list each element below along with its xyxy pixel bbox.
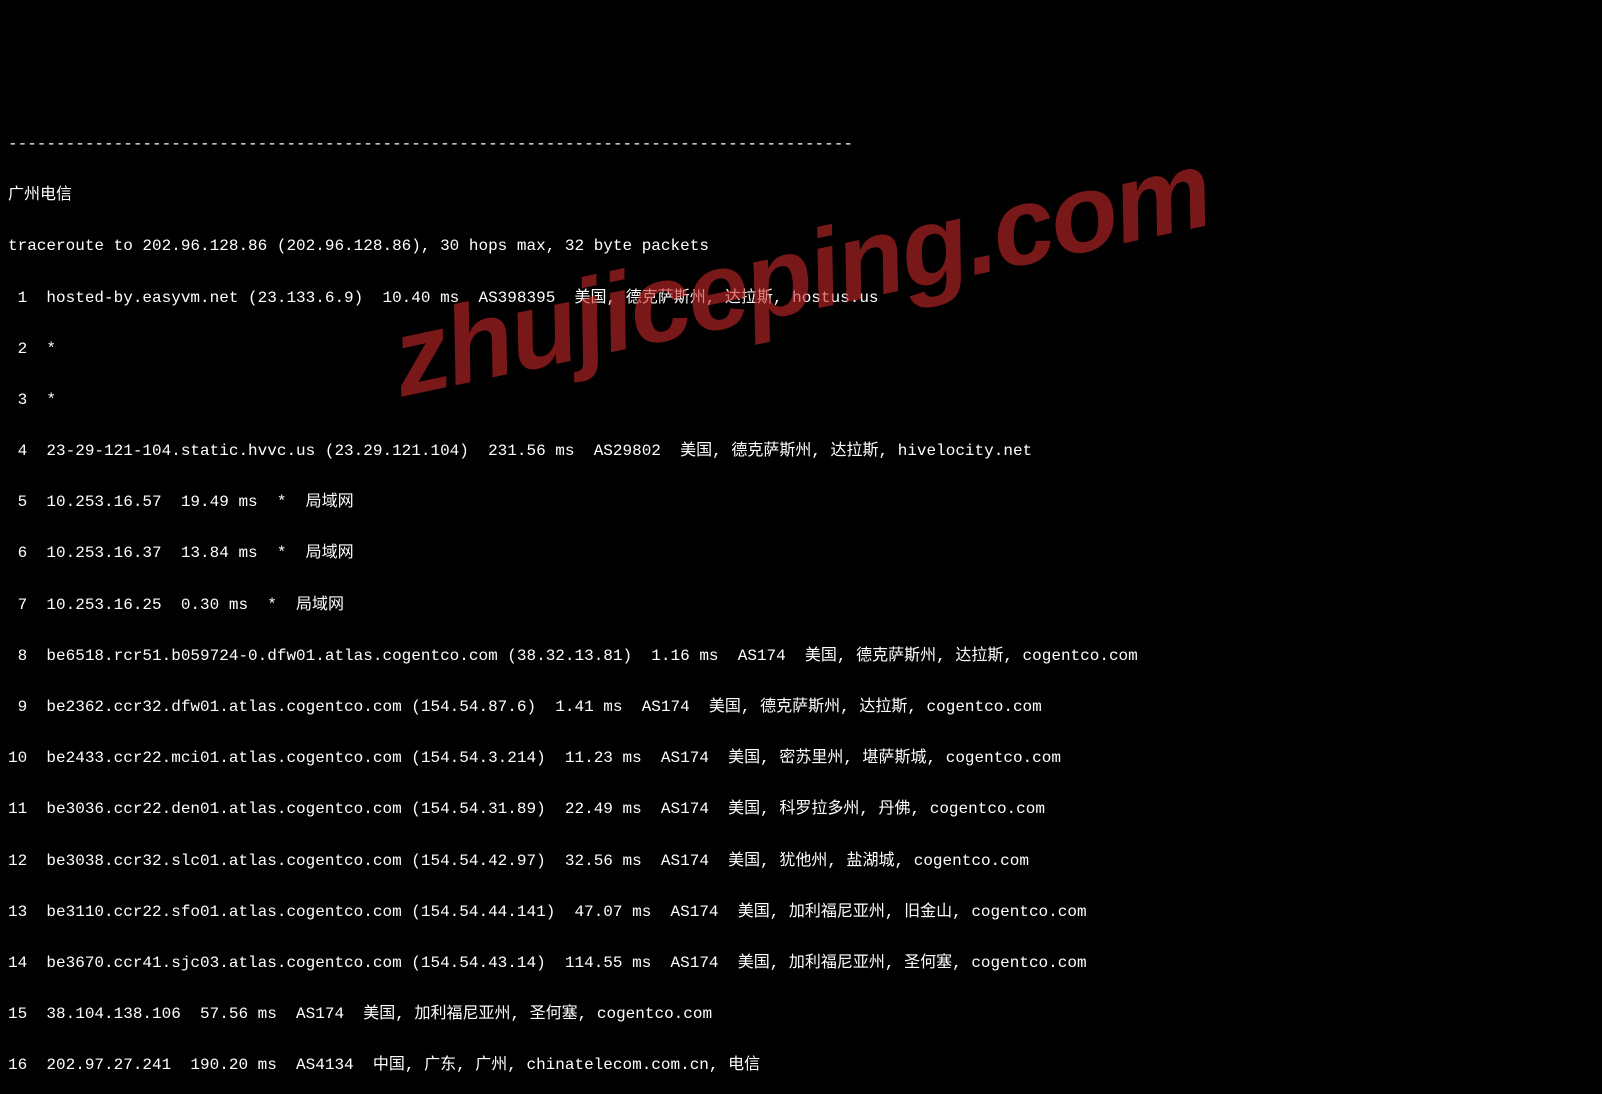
hop-number: 11 (8, 797, 27, 823)
hop-detail: be3110.ccr22.sfo01.atlas.cogentco.com (1… (46, 903, 1086, 921)
hop-row: 8 be6518.rcr51.b059724-0.dfw01.atlas.cog… (8, 644, 1594, 670)
hop-number: 2 (8, 337, 27, 363)
hop-number: 16 (8, 1053, 27, 1079)
hop-detail: * (46, 391, 56, 409)
hop-detail: 38.104.138.106 57.56 ms AS174 美国, 加利福尼亚州… (46, 1005, 712, 1023)
divider-line: ----------------------------------------… (8, 132, 1594, 158)
hop-detail: be3038.ccr32.slc01.atlas.cogentco.com (1… (46, 852, 1029, 870)
hop-number: 1 (8, 286, 27, 312)
hop-detail: * (46, 340, 56, 358)
hop-number: 13 (8, 900, 27, 926)
hop-detail: be3036.ccr22.den01.atlas.cogentco.com (1… (46, 800, 1045, 818)
hop-row: 7 10.253.16.25 0.30 ms * 局域网 (8, 593, 1594, 619)
hop-number: 14 (8, 951, 27, 977)
hop-number: 6 (8, 541, 27, 567)
terminal-output: ----------------------------------------… (8, 106, 1594, 1094)
hop-number: 7 (8, 593, 27, 619)
hop-row: 11 be3036.ccr22.den01.atlas.cogentco.com… (8, 797, 1594, 823)
hop-number: 10 (8, 746, 27, 772)
hop-row: 3 * (8, 388, 1594, 414)
hop-detail: 10.253.16.25 0.30 ms * 局域网 (46, 596, 344, 614)
hop-detail: 202.97.27.241 190.20 ms AS4134 中国, 广东, 广… (46, 1056, 760, 1074)
hop-row: 16 202.97.27.241 190.20 ms AS4134 中国, 广东… (8, 1053, 1594, 1079)
hop-number: 12 (8, 849, 27, 875)
hop-row: 15 38.104.138.106 57.56 ms AS174 美国, 加利福… (8, 1002, 1594, 1028)
hop-row: 1 hosted-by.easyvm.net (23.133.6.9) 10.4… (8, 286, 1594, 312)
hop-detail: be6518.rcr51.b059724-0.dfw01.atlas.cogen… (46, 647, 1137, 665)
hop-row: 2 * (8, 337, 1594, 363)
hop-detail: be3670.ccr41.sjc03.atlas.cogentco.com (1… (46, 954, 1086, 972)
hop-number: 3 (8, 388, 27, 414)
hop-row: 12 be3038.ccr32.slc01.atlas.cogentco.com… (8, 849, 1594, 875)
hop-row: 10 be2433.ccr22.mci01.atlas.cogentco.com… (8, 746, 1594, 772)
hop-number: 9 (8, 695, 27, 721)
trace-header: traceroute to 202.96.128.86 (202.96.128.… (8, 234, 1594, 260)
hop-detail: 10.253.16.57 19.49 ms * 局域网 (46, 493, 353, 511)
hop-detail: hosted-by.easyvm.net (23.133.6.9) 10.40 … (46, 289, 878, 307)
hop-row: 9 be2362.ccr32.dfw01.atlas.cogentco.com … (8, 695, 1594, 721)
trace-title: 广州电信 (8, 183, 1594, 209)
hop-number: 8 (8, 644, 27, 670)
hop-number: 15 (8, 1002, 27, 1028)
hop-row: 4 23-29-121-104.static.hvvc.us (23.29.12… (8, 439, 1594, 465)
hop-detail: be2433.ccr22.mci01.atlas.cogentco.com (1… (46, 749, 1061, 767)
hop-row: 6 10.253.16.37 13.84 ms * 局域网 (8, 541, 1594, 567)
hop-detail: be2362.ccr32.dfw01.atlas.cogentco.com (1… (46, 698, 1041, 716)
hop-number: 4 (8, 439, 27, 465)
hop-detail: 23-29-121-104.static.hvvc.us (23.29.121.… (46, 442, 1032, 460)
hop-row: 5 10.253.16.57 19.49 ms * 局域网 (8, 490, 1594, 516)
hop-number: 5 (8, 490, 27, 516)
hop-row: 13 be3110.ccr22.sfo01.atlas.cogentco.com… (8, 900, 1594, 926)
hop-row: 14 be3670.ccr41.sjc03.atlas.cogentco.com… (8, 951, 1594, 977)
hop-detail: 10.253.16.37 13.84 ms * 局域网 (46, 544, 353, 562)
